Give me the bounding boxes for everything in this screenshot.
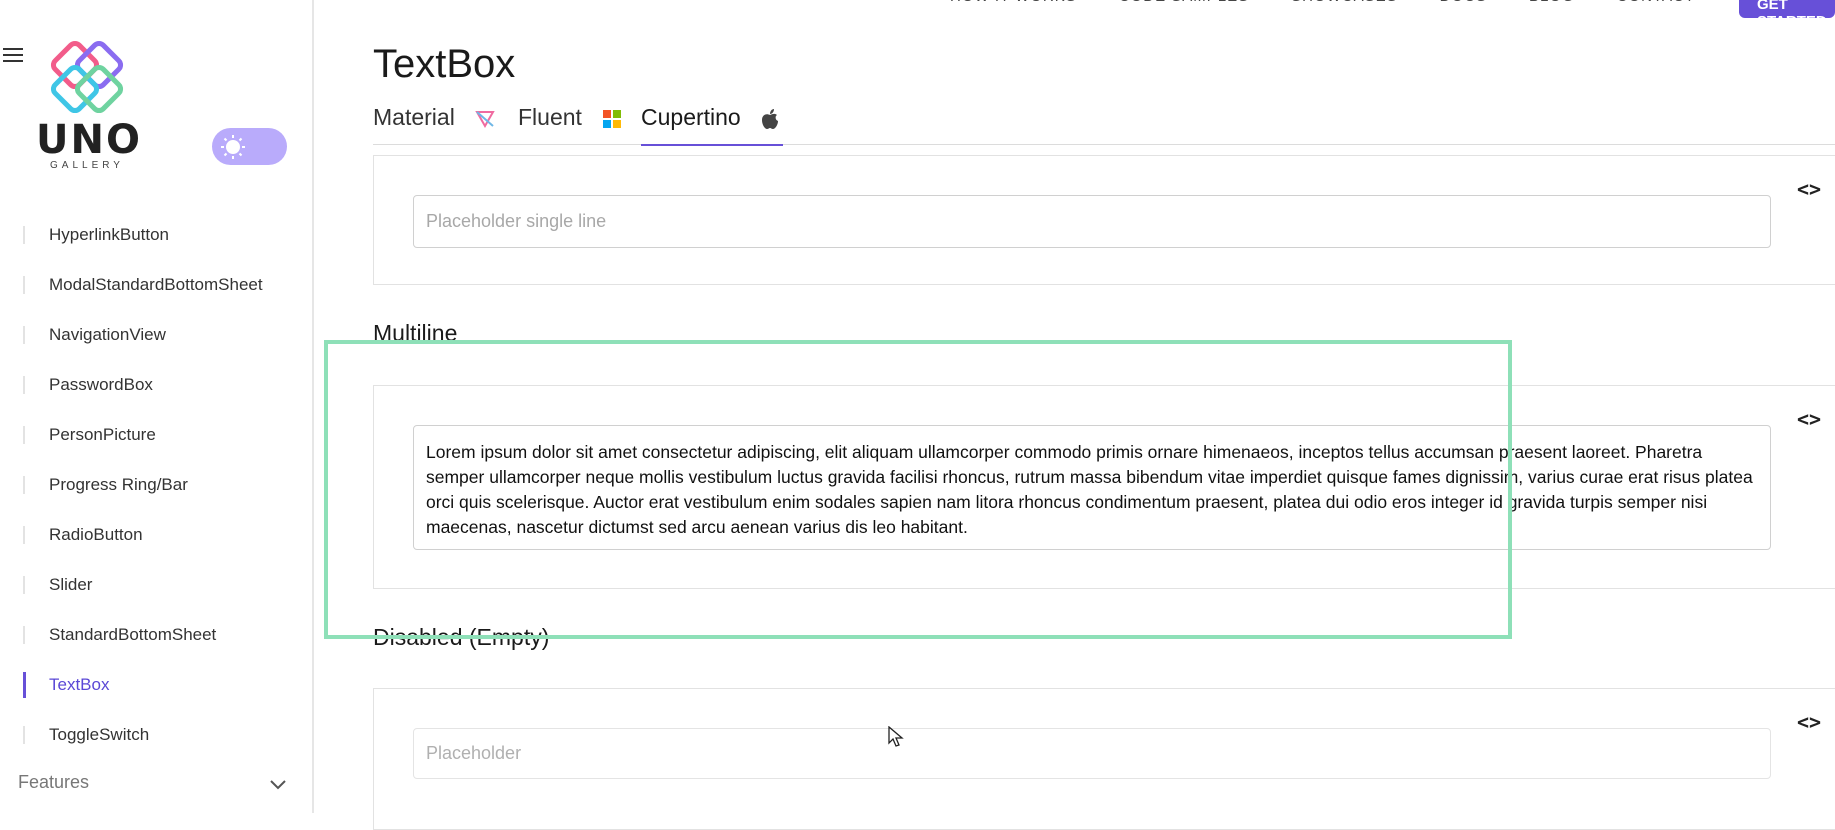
uno-logo-icon <box>50 40 124 114</box>
sidebar-item-label: HyperlinkButton <box>49 225 170 244</box>
sidebar-item-navigationview[interactable]: NavigationView <box>0 310 312 360</box>
sidebar-item-label: TextBox <box>49 675 110 694</box>
sidebar-item-textbox[interactable]: TextBox <box>0 660 312 710</box>
single-line-textbox[interactable]: Placeholder single line <box>413 195 1771 248</box>
view-code-button[interactable]: <> <box>1795 408 1823 430</box>
logo-subtitle: GALLERY <box>50 160 124 171</box>
windows-icon <box>603 109 622 128</box>
sidebar-item-passwordbox[interactable]: PasswordBox <box>0 360 312 410</box>
sidebar: UNO GALLERY HyperlinkButton ModalStandar… <box>0 0 314 813</box>
sun-icon <box>221 135 245 159</box>
multiline-sample-card: <> Lorem ipsum dolor sit amet consectetu… <box>373 385 1835 589</box>
mouse-cursor-icon <box>888 726 904 747</box>
tab-label: Fluent <box>518 104 582 130</box>
disabled-empty-section-title: Disabled (Empty) <box>373 624 550 650</box>
chevron-down-icon <box>270 780 286 790</box>
view-code-button[interactable]: <> <box>1795 178 1823 200</box>
tab-material[interactable]: Material <box>373 104 495 144</box>
features-label: Features <box>18 772 90 792</box>
sidebar-item-label: Slider <box>49 575 93 594</box>
sidebar-item-label: PersonPicture <box>49 425 156 444</box>
sidebar-item-modalstandardbottomsheet[interactable]: ModalStandardBottomSheet <box>0 260 312 310</box>
sidebar-item-standardbottomsheet[interactable]: StandardBottomSheet <box>0 610 312 660</box>
sidebar-item-progress-ring-bar[interactable]: Progress Ring/Bar <box>0 460 312 510</box>
main-content: TextBox Material Fluent Cupertino <> Pla… <box>373 0 1835 830</box>
sidebar-item-label: ModalStandardBottomSheet <box>49 275 263 294</box>
sidebar-item-radiobutton[interactable]: RadioButton <box>0 510 312 560</box>
material-icon <box>475 110 495 128</box>
disabled-textbox: Placeholder <box>413 728 1771 779</box>
tab-label: Material <box>373 104 455 130</box>
logo-wordmark: UNO <box>36 117 142 163</box>
tab-label: Cupertino <box>641 104 741 130</box>
disabled-sample-card: <> Placeholder <box>373 688 1835 830</box>
sidebar-item-toggleswitch[interactable]: ToggleSwitch <box>0 710 312 760</box>
sidebar-item-label: ToggleSwitch <box>49 725 150 744</box>
sidebar-item-label: RadioButton <box>49 525 143 544</box>
sidebar-item-personpicture[interactable]: PersonPicture <box>0 410 312 460</box>
features-expander[interactable]: Features <box>18 772 288 802</box>
view-code-button[interactable]: <> <box>1795 711 1823 733</box>
apple-icon <box>762 108 779 129</box>
single-line-sample-card: <> Placeholder single line <box>373 155 1835 285</box>
uno-gallery-logo[interactable]: UNO GALLERY <box>36 40 142 171</box>
sidebar-item-hyperlinkbutton[interactable]: HyperlinkButton <box>0 210 312 260</box>
sidebar-item-label: NavigationView <box>49 325 166 344</box>
theme-toggle[interactable] <box>212 128 287 165</box>
tab-cupertino[interactable]: Cupertino <box>641 104 783 146</box>
tab-fluent[interactable]: Fluent <box>518 104 622 144</box>
hamburger-menu-icon[interactable] <box>3 48 23 64</box>
multiline-textbox[interactable]: Lorem ipsum dolor sit amet consectetur a… <box>413 425 1771 550</box>
design-system-tabs: Material Fluent Cupertino <box>373 104 1835 146</box>
sidebar-item-label: StandardBottomSheet <box>49 625 217 644</box>
sidebar-item-label: PasswordBox <box>49 375 153 394</box>
sidebar-item-slider[interactable]: Slider <box>0 560 312 610</box>
sidebar-item-label: Progress Ring/Bar <box>49 475 188 494</box>
page-title: TextBox <box>373 42 516 86</box>
sidebar-nav-list: HyperlinkButton ModalStandardBottomSheet… <box>0 210 312 760</box>
multiline-section-title: Multiline <box>373 320 458 346</box>
